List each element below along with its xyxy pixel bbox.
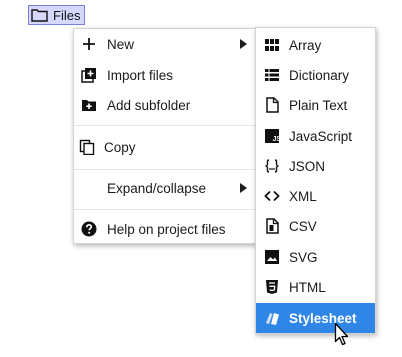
menu-separator bbox=[74, 209, 258, 210]
grid-icon bbox=[263, 36, 281, 54]
submenu-item-label: JSON bbox=[289, 158, 326, 174]
submenu-arrow-icon bbox=[240, 183, 247, 193]
menu-item-label: Add subfolder bbox=[107, 97, 191, 113]
submenu-item-json[interactable]: JSON bbox=[256, 151, 375, 181]
import-files-icon bbox=[80, 66, 98, 84]
context-menu: New Import files Add subfolder Copy Expa… bbox=[73, 28, 259, 244]
plus-icon bbox=[80, 35, 98, 53]
mouse-pointer-icon bbox=[334, 322, 349, 346]
copy-icon bbox=[78, 138, 96, 156]
menu-item-label: Expand/collapse bbox=[107, 180, 207, 196]
submenu-item-label: CSV bbox=[289, 218, 317, 234]
submenu-item-array[interactable]: Array bbox=[256, 30, 375, 60]
submenu-item-label: Array bbox=[289, 37, 322, 53]
js-icon: JS bbox=[263, 127, 281, 145]
submenu-item-svg[interactable]: SVG bbox=[256, 242, 375, 272]
submenu-item-stylesheet[interactable]: Stylesheet bbox=[256, 303, 375, 333]
file-outline-icon bbox=[263, 96, 281, 114]
submenu-item-label: XML bbox=[289, 188, 317, 204]
submenu-item-csv[interactable]: CSV bbox=[256, 211, 375, 241]
menu-separator bbox=[74, 125, 258, 126]
svg-text:JS: JS bbox=[273, 136, 281, 143]
submenu-arrow-icon bbox=[240, 39, 247, 49]
menu-item-label: New bbox=[107, 36, 135, 52]
list-icon bbox=[263, 66, 281, 84]
add-folder-icon bbox=[80, 96, 98, 114]
submenu-item-html[interactable]: HTML bbox=[256, 272, 375, 302]
html5-icon bbox=[263, 278, 281, 296]
menu-item-add-subfolder[interactable]: Add subfolder bbox=[74, 90, 258, 120]
submenu-item-label: HTML bbox=[289, 279, 326, 295]
help-circle-icon bbox=[80, 220, 98, 238]
submenu-item-label: SVG bbox=[289, 249, 318, 265]
menu-item-new[interactable]: New bbox=[74, 29, 258, 59]
csv-file-icon bbox=[263, 217, 281, 235]
submenu-item-xml[interactable]: XML bbox=[256, 181, 375, 211]
submenu-item-label: Dictionary bbox=[289, 67, 350, 83]
submenu-item-dictionary[interactable]: Dictionary bbox=[256, 60, 375, 90]
menu-item-copy[interactable]: Copy bbox=[74, 132, 258, 162]
submenu-item-label: Plain Text bbox=[289, 97, 348, 113]
folder-outline-icon bbox=[31, 9, 48, 22]
menu-item-expand-collapse[interactable]: Expand/collapse bbox=[74, 173, 258, 203]
menu-separator bbox=[74, 169, 258, 170]
menu-item-import-files[interactable]: Import files bbox=[74, 60, 258, 90]
menu-item-label: Import files bbox=[107, 67, 174, 83]
files-folder-chip[interactable]: Files bbox=[28, 5, 85, 25]
menu-item-label: Copy bbox=[104, 139, 136, 155]
image-icon bbox=[263, 248, 281, 266]
files-chip-label: Files bbox=[53, 7, 81, 23]
submenu-item-label: JavaScript bbox=[289, 128, 353, 144]
submenu-item-javascript[interactable]: JS JavaScript bbox=[256, 121, 375, 151]
code-brackets-icon bbox=[263, 187, 281, 205]
submenu-item-plain-text[interactable]: Plain Text bbox=[256, 90, 375, 120]
json-braces-icon bbox=[263, 157, 281, 175]
menu-item-label: Help on project files bbox=[107, 221, 226, 237]
menu-item-help[interactable]: Help on project files bbox=[74, 214, 258, 244]
css-stylesheet-icon bbox=[263, 309, 281, 327]
new-submenu: Array Dictionary Plain Text JS JavaScrip… bbox=[255, 27, 376, 334]
